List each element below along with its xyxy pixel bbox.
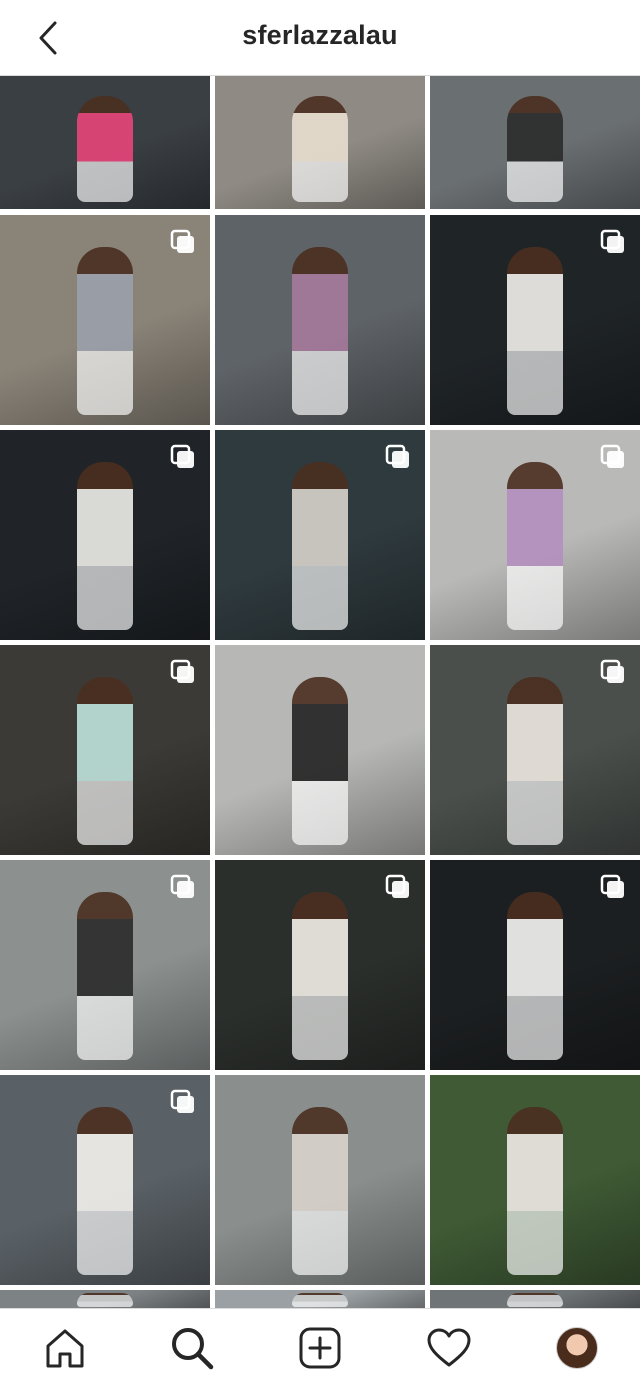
photo-subject: [292, 1107, 348, 1275]
photo-tile[interactable]: [0, 1075, 210, 1285]
photo-subject: [77, 95, 133, 203]
profile-username-title: sferlazzalau: [242, 20, 398, 50]
photo-tile[interactable]: [0, 645, 210, 855]
photo-subject: [507, 892, 563, 1060]
photo-subject: [77, 892, 133, 1060]
photo-tile[interactable]: [430, 860, 640, 1070]
photo-subject: [77, 1292, 133, 1308]
heart-icon: [427, 1328, 471, 1367]
photo-subject: [292, 462, 348, 630]
multiple-photos-icon: [600, 444, 624, 468]
tab-home[interactable]: [40, 1323, 90, 1373]
top-bar: sferlazzalau: [0, 0, 640, 76]
multiple-photos-icon: [170, 874, 194, 898]
multiple-photos-icon: [385, 874, 409, 898]
profile-avatar: [556, 1327, 598, 1369]
photo-subject: [507, 247, 563, 415]
photo-subject: [507, 1107, 563, 1275]
photo-subject: [507, 1292, 563, 1308]
search-icon: [172, 1328, 214, 1370]
photo-tile[interactable]: [215, 76, 425, 209]
tab-activity[interactable]: [424, 1323, 474, 1373]
photo-tile[interactable]: [0, 215, 210, 425]
multiple-photos-icon: [600, 229, 624, 253]
photo-subject: [77, 677, 133, 845]
photo-tile[interactable]: [215, 1290, 425, 1308]
photo-tile[interactable]: [430, 430, 640, 640]
multiple-photos-icon: [385, 444, 409, 468]
multiple-photos-icon: [170, 1089, 194, 1113]
multiple-photos-icon: [170, 444, 194, 468]
photo-subject: [292, 247, 348, 415]
photo-tile[interactable]: [430, 76, 640, 209]
plus-square-icon: [299, 1327, 341, 1369]
photo-subject: [292, 1292, 348, 1308]
photo-tile[interactable]: [0, 430, 210, 640]
home-icon: [46, 1329, 84, 1368]
bottom-tab-bar: [0, 1308, 640, 1386]
photo-tile[interactable]: [215, 215, 425, 425]
photo-tile[interactable]: [430, 1290, 640, 1308]
photo-subject: [507, 462, 563, 630]
tab-profile[interactable]: [552, 1323, 602, 1373]
photo-subject: [77, 247, 133, 415]
photo-tile[interactable]: [0, 860, 210, 1070]
multiple-photos-icon: [170, 659, 194, 683]
tab-create[interactable]: [295, 1323, 345, 1373]
photo-tile[interactable]: [430, 1075, 640, 1285]
photo-tile[interactable]: [215, 1075, 425, 1285]
multiple-photos-icon: [600, 874, 624, 898]
photo-subject: [77, 1107, 133, 1275]
photo-subject: [292, 677, 348, 845]
photo-subject: [77, 462, 133, 630]
photo-tile[interactable]: [215, 860, 425, 1070]
photo-subject: [507, 95, 563, 203]
tab-search[interactable]: [167, 1323, 217, 1373]
photo-tile[interactable]: [430, 645, 640, 855]
photo-tile[interactable]: [215, 645, 425, 855]
photo-subject: [292, 95, 348, 203]
photo-tile[interactable]: [430, 215, 640, 425]
multiple-photos-icon: [170, 229, 194, 253]
photo-subject: [507, 677, 563, 845]
photo-subject: [292, 892, 348, 1060]
multiple-photos-icon: [600, 659, 624, 683]
photo-tile[interactable]: [215, 430, 425, 640]
photo-tile[interactable]: [0, 76, 210, 209]
photo-tile[interactable]: [0, 1290, 210, 1308]
